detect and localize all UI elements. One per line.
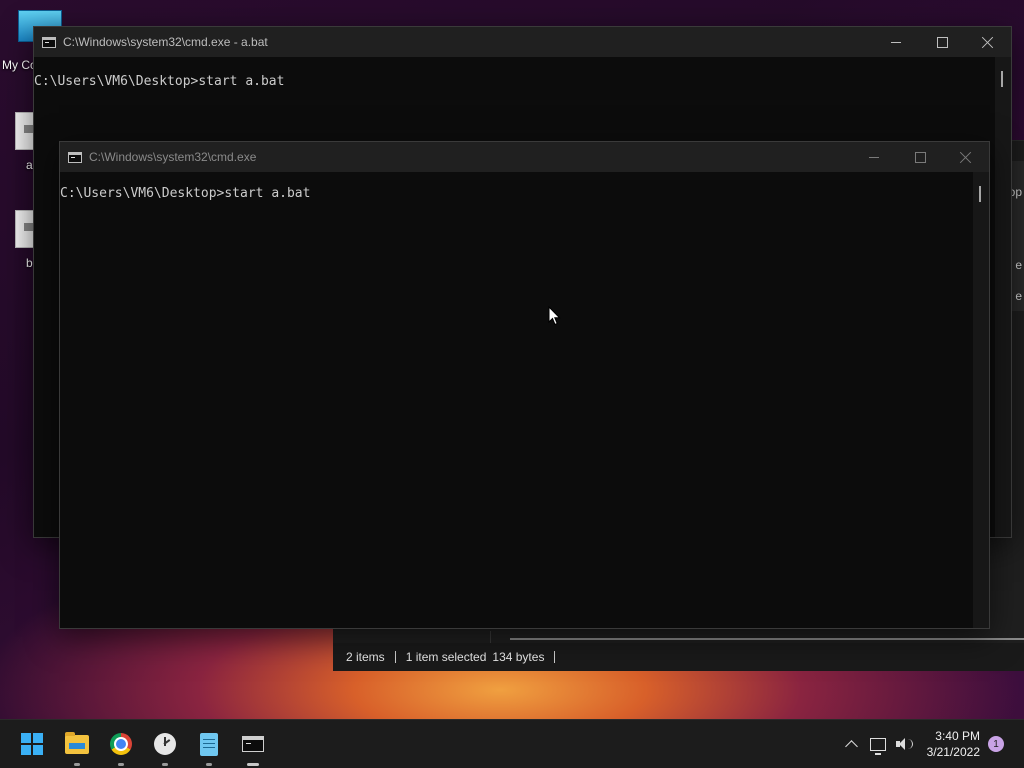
network-icon: [869, 737, 886, 755]
close-icon: [982, 36, 994, 48]
console-icon: [42, 36, 56, 48]
start-button[interactable]: [18, 730, 46, 758]
window-title: C:\Windows\system32\cmd.exe - a.bat: [63, 35, 268, 49]
status-item-count: 2 items: [346, 650, 385, 664]
window-title: C:\Windows\system32\cmd.exe: [89, 150, 257, 164]
minimize-icon: [869, 156, 879, 158]
scrollbar-thumb[interactable]: [1001, 71, 1003, 87]
chevron-up-icon: [845, 740, 858, 753]
vertical-scrollbar[interactable]: [973, 172, 989, 628]
notepad-icon: [200, 732, 218, 756]
volume-button[interactable]: [891, 732, 917, 756]
status-size: 134 bytes: [492, 650, 545, 664]
system-tray: 3:40 PM 3/21/2022 1: [839, 720, 1024, 768]
taskbar-chrome[interactable]: [107, 730, 135, 766]
console-output: C:\Users\VM6\Desktop>start a.bat: [34, 74, 285, 89]
clock[interactable]: 3:40 PM 3/21/2022: [927, 728, 980, 760]
mouse-pointer-icon: [548, 306, 561, 326]
status-separator: [394, 651, 396, 663]
status-separator: [554, 651, 556, 663]
console-output: C:\Users\VM6\Desktop>start a.bat: [60, 186, 311, 201]
yandex-browser-icon: [154, 733, 176, 755]
maximize-icon: [936, 36, 948, 48]
horizontal-scrollbar[interactable]: [510, 638, 1024, 640]
console-icon: [68, 151, 82, 163]
taskbar: 3:40 PM 3/21/2022 1: [0, 719, 1024, 768]
notification-badge[interactable]: 1: [988, 736, 1004, 752]
running-indicator: [118, 763, 124, 766]
chrome-icon: [110, 733, 132, 755]
maximize-icon: [914, 151, 926, 163]
windows-logo-icon: [21, 733, 43, 755]
cmd-window[interactable]: C:\Windows\system32\cmd.exe C:\Users\VM6…: [59, 141, 990, 629]
clock-time: 3:40 PM: [935, 729, 980, 743]
taskbar-yandex-browser[interactable]: [151, 730, 179, 766]
folder-icon: [65, 731, 89, 754]
running-indicator: [162, 763, 168, 766]
minimize-button[interactable]: [851, 142, 897, 172]
minimize-icon: [891, 41, 901, 43]
cmd-titlebar[interactable]: C:\Windows\system32\cmd.exe: [60, 142, 989, 172]
explorer-clipped-label: e: [1015, 289, 1022, 303]
scrollbar-thumb[interactable]: [979, 186, 981, 202]
cmd-titlebar[interactable]: C:\Windows\system32\cmd.exe - a.bat: [34, 27, 1011, 57]
maximize-button[interactable]: [897, 142, 943, 172]
running-indicator: [206, 763, 212, 766]
clock-date: 3/21/2022: [926, 745, 980, 759]
close-button[interactable]: [965, 27, 1011, 57]
taskbar-notepad[interactable]: [195, 730, 223, 766]
active-indicator: [247, 763, 259, 766]
minimize-button[interactable]: [873, 27, 919, 57]
explorer-clipped-label: e: [1015, 258, 1022, 272]
close-icon: [960, 151, 972, 163]
running-indicator: [74, 763, 80, 766]
explorer-status-bar: 2 items 1 item selected 134 bytes: [333, 643, 1024, 671]
terminal-icon: [242, 736, 264, 752]
taskbar-file-explorer[interactable]: [63, 730, 91, 766]
status-selection: 1 item selected: [405, 650, 487, 664]
vertical-scrollbar[interactable]: [995, 57, 1011, 537]
close-button[interactable]: [943, 142, 989, 172]
volume-icon: [895, 737, 913, 751]
taskbar-command-prompt[interactable]: [239, 730, 267, 766]
network-button[interactable]: [865, 732, 891, 756]
maximize-button[interactable]: [919, 27, 965, 57]
show-hidden-icons-button[interactable]: [839, 732, 865, 756]
